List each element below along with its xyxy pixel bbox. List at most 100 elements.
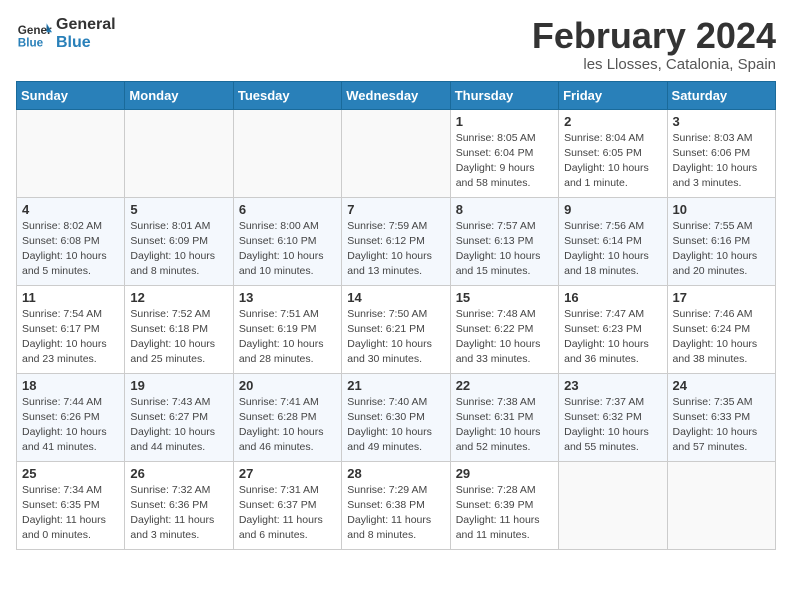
day-info: Sunrise: 7:55 AM Sunset: 6:16 PM Dayligh…: [673, 219, 770, 280]
calendar-cell: 2Sunrise: 8:04 AM Sunset: 6:05 PM Daylig…: [559, 109, 667, 197]
calendar-cell: 16 Sunrise: 7:47 AM Sunset: 6:23 PM Dayli…: [559, 285, 667, 373]
day-number: 8: [456, 202, 553, 217]
logo-icon: General Blue: [16, 16, 52, 52]
day-info: Sunrise: 7:31 AM Sunset: 6:37 PM Dayligh…: [239, 483, 336, 544]
week-row-2: 4 Sunrise: 8:02 AM Sunset: 6:08 PM Daylig…: [17, 197, 776, 285]
day-info: Sunrise: 7:48 AM Sunset: 6:22 PM Dayligh…: [456, 307, 553, 368]
calendar-cell: 4 Sunrise: 8:02 AM Sunset: 6:08 PM Daylig…: [17, 197, 125, 285]
calendar-cell: 22 Sunrise: 7:38 AM Sunset: 6:31 PM Dayli…: [450, 373, 558, 461]
day-info: Sunrise: 8:01 AM Sunset: 6:09 PM Dayligh…: [130, 219, 227, 280]
calendar-cell: 18 Sunrise: 7:44 AM Sunset: 6:26 PM Dayli…: [17, 373, 125, 461]
day-number: 12: [130, 290, 227, 305]
day-number: 17: [673, 290, 770, 305]
calendar-cell: [667, 461, 775, 549]
title-block: February 2024 les Llosses, Catalonia, Sp…: [532, 16, 776, 73]
calendar-cell: 17 Sunrise: 7:46 AM Sunset: 6:24 PM Dayli…: [667, 285, 775, 373]
day-info: Sunrise: 7:34 AM Sunset: 6:35 PM Dayligh…: [22, 483, 119, 544]
calendar-cell: 25Sunrise: 7:34 AM Sunset: 6:35 PM Dayli…: [17, 461, 125, 549]
weekday-header-monday: Monday: [125, 81, 233, 109]
calendar-cell: 15 Sunrise: 7:48 AM Sunset: 6:22 PM Dayli…: [450, 285, 558, 373]
day-number: 21: [347, 378, 444, 393]
day-number: 9: [564, 202, 661, 217]
weekday-header-wednesday: Wednesday: [342, 81, 450, 109]
day-info: Sunrise: 7:43 AM Sunset: 6:27 PM Dayligh…: [130, 395, 227, 456]
svg-text:Blue: Blue: [18, 37, 44, 50]
week-row-5: 25Sunrise: 7:34 AM Sunset: 6:35 PM Dayli…: [17, 461, 776, 549]
calendar-cell: 12Sunrise: 7:52 AM Sunset: 6:18 PM Dayli…: [125, 285, 233, 373]
day-info: Sunrise: 7:28 AM Sunset: 6:39 PM Dayligh…: [456, 483, 553, 544]
calendar-cell: 11 Sunrise: 7:54 AM Sunset: 6:17 PM Dayli…: [17, 285, 125, 373]
logo: General Blue General Blue: [16, 16, 116, 52]
day-info: Sunrise: 7:46 AM Sunset: 6:24 PM Dayligh…: [673, 307, 770, 368]
day-number: 14: [347, 290, 444, 305]
calendar-cell: 13Sunrise: 7:51 AM Sunset: 6:19 PM Dayli…: [233, 285, 341, 373]
day-info: Sunrise: 8:03 AM Sunset: 6:06 PM Dayligh…: [673, 131, 770, 192]
day-number: 20: [239, 378, 336, 393]
day-info: Sunrise: 7:40 AM Sunset: 6:30 PM Dayligh…: [347, 395, 444, 456]
day-number: 19: [130, 378, 227, 393]
logo-general-text: General: [56, 16, 116, 34]
day-info: Sunrise: 7:59 AM Sunset: 6:12 PM Dayligh…: [347, 219, 444, 280]
calendar-cell: 27 Sunrise: 7:31 AM Sunset: 6:37 PM Dayli…: [233, 461, 341, 549]
calendar-cell: 3 Sunrise: 8:03 AM Sunset: 6:06 PM Daylig…: [667, 109, 775, 197]
day-number: 15: [456, 290, 553, 305]
calendar-cell: [17, 109, 125, 197]
day-info: Sunrise: 8:00 AM Sunset: 6:10 PM Dayligh…: [239, 219, 336, 280]
logo-blue-text: Blue: [56, 34, 116, 52]
day-number: 13: [239, 290, 336, 305]
calendar-cell: 8 Sunrise: 7:57 AM Sunset: 6:13 PM Daylig…: [450, 197, 558, 285]
day-number: 3: [673, 114, 770, 129]
day-info: Sunrise: 7:50 AM Sunset: 6:21 PM Dayligh…: [347, 307, 444, 368]
calendar-cell: 14 Sunrise: 7:50 AM Sunset: 6:21 PM Dayli…: [342, 285, 450, 373]
day-info: Sunrise: 7:47 AM Sunset: 6:23 PM Dayligh…: [564, 307, 661, 368]
month-title: February 2024: [532, 16, 776, 56]
day-info: Sunrise: 8:02 AM Sunset: 6:08 PM Dayligh…: [22, 219, 119, 280]
day-number: 18: [22, 378, 119, 393]
day-number: 27: [239, 466, 336, 481]
calendar-cell: 1Sunrise: 8:05 AM Sunset: 6:04 PM Daylig…: [450, 109, 558, 197]
day-number: 10: [673, 202, 770, 217]
calendar-cell: 5 Sunrise: 8:01 AM Sunset: 6:09 PM Daylig…: [125, 197, 233, 285]
page-header: General Blue General Blue February 2024 …: [16, 16, 776, 73]
day-number: 16: [564, 290, 661, 305]
day-info: Sunrise: 7:29 AM Sunset: 6:38 PM Dayligh…: [347, 483, 444, 544]
day-number: 28: [347, 466, 444, 481]
weekday-header-thursday: Thursday: [450, 81, 558, 109]
day-number: 22: [456, 378, 553, 393]
weekday-header-tuesday: Tuesday: [233, 81, 341, 109]
weekday-header-row: SundayMondayTuesdayWednesdayThursdayFrid…: [17, 81, 776, 109]
calendar-cell: 6 Sunrise: 8:00 AM Sunset: 6:10 PM Daylig…: [233, 197, 341, 285]
day-number: 29: [456, 466, 553, 481]
location: les Llosses, Catalonia, Spain: [532, 56, 776, 73]
week-row-3: 11 Sunrise: 7:54 AM Sunset: 6:17 PM Dayli…: [17, 285, 776, 373]
calendar-cell: [342, 109, 450, 197]
calendar-cell: [233, 109, 341, 197]
calendar-table: SundayMondayTuesdayWednesdayThursdayFrid…: [16, 81, 776, 550]
day-info: Sunrise: 7:57 AM Sunset: 6:13 PM Dayligh…: [456, 219, 553, 280]
calendar-cell: [559, 461, 667, 549]
calendar-cell: 9 Sunrise: 7:56 AM Sunset: 6:14 PM Daylig…: [559, 197, 667, 285]
day-info: Sunrise: 7:54 AM Sunset: 6:17 PM Dayligh…: [22, 307, 119, 368]
day-info: Sunrise: 7:32 AM Sunset: 6:36 PM Dayligh…: [130, 483, 227, 544]
day-info: Sunrise: 7:41 AM Sunset: 6:28 PM Dayligh…: [239, 395, 336, 456]
weekday-header-saturday: Saturday: [667, 81, 775, 109]
calendar-cell: 23Sunrise: 7:37 AM Sunset: 6:32 PM Dayli…: [559, 373, 667, 461]
calendar-cell: 19 Sunrise: 7:43 AM Sunset: 6:27 PM Dayli…: [125, 373, 233, 461]
day-number: 5: [130, 202, 227, 217]
day-number: 6: [239, 202, 336, 217]
day-number: 7: [347, 202, 444, 217]
day-info: Sunrise: 7:44 AM Sunset: 6:26 PM Dayligh…: [22, 395, 119, 456]
calendar-cell: 24 Sunrise: 7:35 AM Sunset: 6:33 PM Dayli…: [667, 373, 775, 461]
week-row-4: 18 Sunrise: 7:44 AM Sunset: 6:26 PM Dayli…: [17, 373, 776, 461]
calendar-cell: [125, 109, 233, 197]
calendar-cell: 21 Sunrise: 7:40 AM Sunset: 6:30 PM Dayli…: [342, 373, 450, 461]
day-info: Sunrise: 7:56 AM Sunset: 6:14 PM Dayligh…: [564, 219, 661, 280]
day-info: Sunrise: 7:38 AM Sunset: 6:31 PM Dayligh…: [456, 395, 553, 456]
day-number: 4: [22, 202, 119, 217]
day-number: 2: [564, 114, 661, 129]
calendar-cell: 7 Sunrise: 7:59 AM Sunset: 6:12 PM Daylig…: [342, 197, 450, 285]
calendar-cell: 29 Sunrise: 7:28 AM Sunset: 6:39 PM Dayli…: [450, 461, 558, 549]
day-info: Sunrise: 7:35 AM Sunset: 6:33 PM Dayligh…: [673, 395, 770, 456]
day-number: 24: [673, 378, 770, 393]
day-number: 11: [22, 290, 119, 305]
